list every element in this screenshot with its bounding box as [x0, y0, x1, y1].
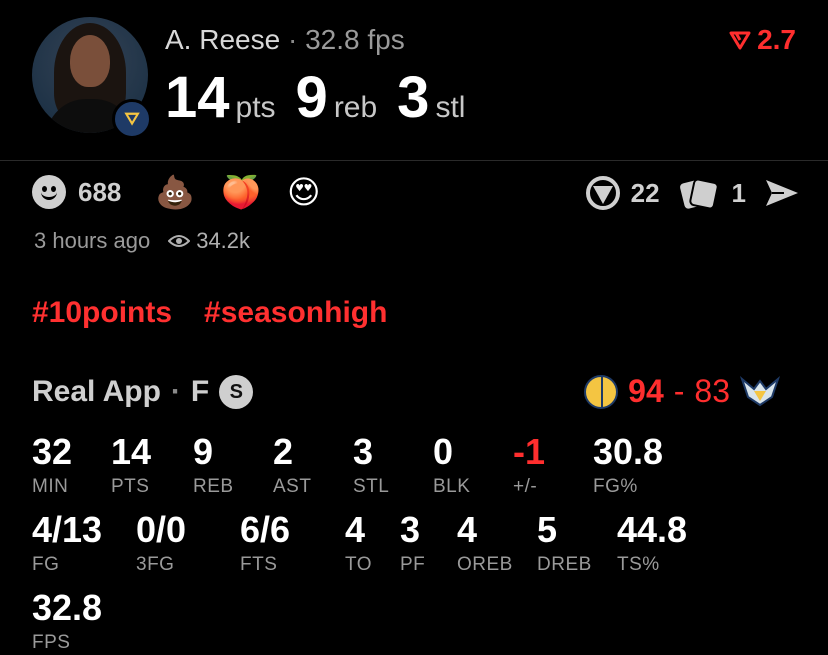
- stat-label: DREB: [537, 554, 592, 575]
- game-score[interactable]: 94 - 83: [584, 373, 780, 410]
- stat-value: 14: [111, 431, 152, 472]
- stat-ts-pct: 44.8 TS%: [617, 512, 687, 576]
- away-team-logo-icon: [740, 375, 780, 406]
- hashtag[interactable]: #10points: [32, 296, 172, 330]
- cards-icon[interactable]: [678, 175, 722, 211]
- stat-value: 4/13: [32, 509, 103, 550]
- hashtag[interactable]: #seasonhigh: [204, 296, 387, 330]
- stat-points-value: 14: [165, 65, 230, 130]
- fps-value: 32.8 fps: [305, 24, 405, 55]
- score-dash: -: [673, 373, 685, 409]
- stat-value: -1: [513, 431, 546, 472]
- stat-label: OREB: [457, 554, 513, 575]
- avatar-face: [70, 35, 110, 87]
- comments-icon[interactable]: [585, 175, 621, 211]
- player-name-line: A. Reese · 32.8 fps: [165, 24, 405, 56]
- cards-count: 1: [731, 177, 746, 208]
- starter-badge: S: [219, 375, 254, 409]
- player-name[interactable]: A. Reese: [165, 24, 280, 55]
- views-count: 34.2k: [196, 228, 251, 253]
- stat-min: 32 MIN: [32, 434, 72, 498]
- stat-label: +/-: [513, 476, 538, 497]
- stat-value: 3: [353, 431, 374, 472]
- stat-to: 4 TO: [345, 512, 372, 576]
- stat-label: 3FG: [136, 554, 175, 575]
- stat-blk: 0 BLK: [433, 434, 470, 498]
- share-icon[interactable]: [764, 177, 800, 209]
- stat-label: STL: [353, 476, 390, 497]
- stat-label: PF: [400, 554, 426, 575]
- stat-dreb: 5 DREB: [537, 512, 592, 576]
- stat-value: 0/0: [136, 509, 187, 550]
- stat-value: 44.8: [617, 509, 688, 550]
- stat-rebounds-unit: reb: [333, 91, 378, 124]
- stat-label: FPS: [32, 632, 71, 653]
- stat-reb: 9 REB: [193, 434, 234, 498]
- stat-value: 4: [457, 509, 478, 550]
- post-meta: 3 hours ago 34.2k: [34, 228, 250, 254]
- stat-value: 4: [345, 509, 366, 550]
- rating-badge[interactable]: 2.7: [729, 24, 796, 56]
- stat-fg: 4/13 FG: [32, 512, 102, 576]
- name-separator: ·: [287, 24, 306, 55]
- post-actions: 22 1: [585, 175, 800, 211]
- smile-reaction-icon[interactable]: [32, 175, 66, 209]
- game-source-line: Real App · F S: [32, 375, 254, 409]
- stat-value: 32.8: [32, 587, 103, 628]
- comments-count: 22: [630, 177, 660, 208]
- down-arrow-icon: [729, 31, 751, 50]
- stat-steals-unit: stl: [435, 91, 466, 124]
- away-score: 83: [694, 373, 730, 409]
- stat-rebounds-value: 9: [295, 65, 328, 130]
- views: 34.2k: [168, 228, 250, 254]
- stat-fg-pct: 30.8 FG%: [593, 434, 663, 498]
- stat-label: PTS: [111, 476, 150, 497]
- stat-stl: 3 STL: [353, 434, 389, 498]
- player-position: F: [190, 375, 210, 408]
- stat-label: TO: [345, 554, 373, 575]
- home-team-logo-icon: [584, 374, 619, 409]
- stat-label: FG: [32, 554, 60, 575]
- eye-icon: [168, 235, 191, 247]
- smile-count: 688: [78, 176, 122, 207]
- stat-value: 3: [400, 509, 421, 550]
- header-divider: [0, 160, 828, 161]
- stat-value: 5: [537, 509, 558, 550]
- peach-emoji-icon[interactable]: 🍑: [221, 176, 261, 208]
- stat-fts: 6/6 FTS: [240, 512, 290, 576]
- stat-value: 9: [193, 431, 214, 472]
- stat-label: AST: [273, 476, 312, 497]
- home-score: 94: [628, 373, 664, 409]
- stat-value: 32: [32, 431, 73, 472]
- stat-label: REB: [193, 476, 234, 497]
- stat-pts: 14 PTS: [111, 434, 151, 498]
- source-separator: ·: [170, 375, 181, 408]
- stat-label: TS%: [617, 554, 660, 575]
- heart-eyes-emoji-icon[interactable]: 😍: [287, 176, 320, 208]
- team-logo-icon: ⛛: [112, 99, 152, 139]
- hashtags: #10points #seasonhigh: [32, 296, 387, 330]
- post-timestamp: 3 hours ago: [34, 228, 151, 253]
- stat-label: MIN: [32, 476, 69, 497]
- stat-value: 6/6: [240, 509, 291, 550]
- stat-value: 2: [273, 431, 294, 472]
- stat-plus-minus: -1 +/-: [513, 434, 545, 498]
- stat-fps: 32.8 FPS: [32, 590, 102, 654]
- stat-label: FG%: [593, 476, 638, 497]
- stat-3fg: 0/0 3FG: [136, 512, 186, 576]
- stat-pf: 3 PF: [400, 512, 425, 576]
- stat-oreb: 4 OREB: [457, 512, 513, 576]
- stat-ast: 2 AST: [273, 434, 311, 498]
- stat-label: FTS: [240, 554, 278, 575]
- stat-label: BLK: [433, 476, 471, 497]
- reactions-row: 688 💩 🍑 😍: [32, 175, 334, 209]
- stat-points-unit: pts: [235, 91, 276, 124]
- stat-value: 30.8: [593, 431, 664, 472]
- source-app: Real App: [32, 375, 161, 408]
- poop-emoji-icon[interactable]: 💩: [155, 176, 195, 208]
- stat-steals-value: 3: [397, 65, 430, 130]
- headline-stats: 14 pts 9 reb 3 stl: [165, 64, 485, 131]
- rating-value: 2.7: [757, 24, 796, 55]
- stat-value: 0: [433, 431, 454, 472]
